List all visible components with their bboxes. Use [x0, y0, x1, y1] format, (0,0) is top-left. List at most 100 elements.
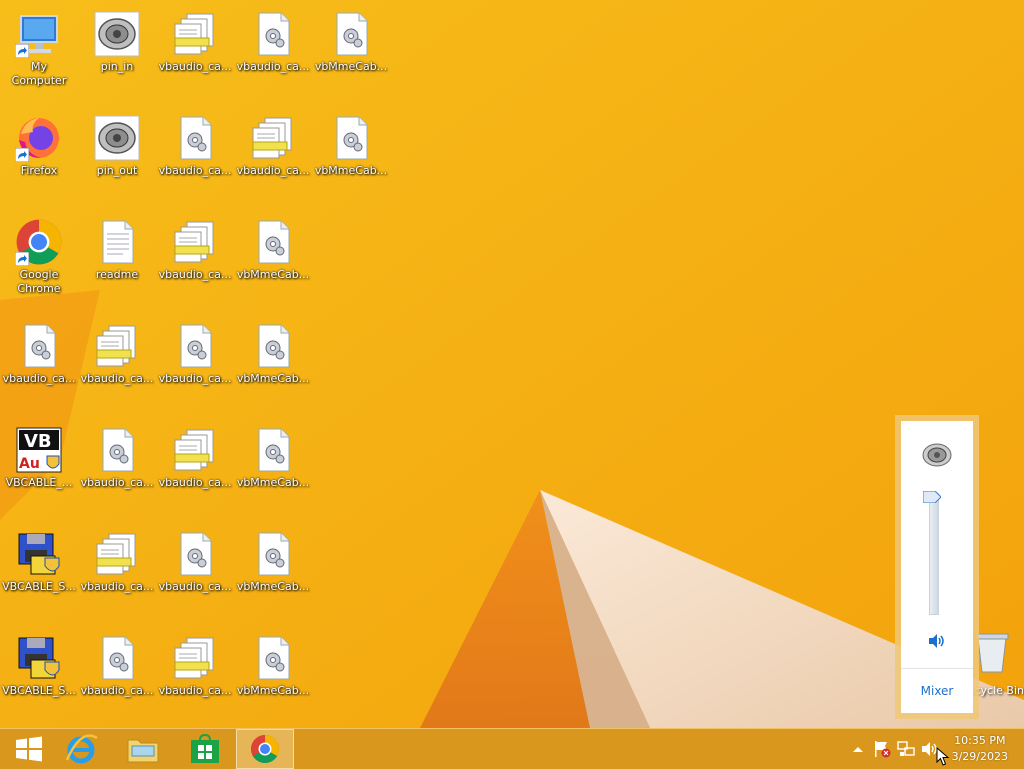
- desktop-icon[interactable]: vbMmeCab...: [234, 522, 312, 622]
- firefox-icon: [15, 114, 63, 162]
- desktop-icon-label: VBCABLE_S...: [2, 684, 76, 697]
- desktop-icon[interactable]: vbMmeCab...: [234, 314, 312, 414]
- svg-text:Au: Au: [19, 456, 40, 472]
- mixer-link[interactable]: Mixer: [901, 668, 973, 713]
- start-button[interactable]: [0, 729, 58, 769]
- store-icon: [191, 734, 219, 763]
- desktop-icon-label: VBCABLE_...: [5, 476, 73, 489]
- desktop-icon[interactable]: readme: [78, 210, 156, 310]
- config-files-icon: [249, 114, 297, 162]
- desktop-icon-label: vbMmeCab...: [236, 684, 310, 697]
- show-hidden-icons-button[interactable]: [848, 739, 868, 759]
- desktop-icon-label: vbaudio_ca...: [236, 164, 310, 177]
- taskbar: 10:35 PM 3/29/2023: [0, 728, 1024, 769]
- clock-time: 10:35 PM: [954, 734, 1006, 747]
- desktop-icon-label: vbaudio_ca...: [158, 164, 232, 177]
- desktop-icon[interactable]: VB Au VBCABLE_...: [0, 418, 78, 518]
- desktop-icon-label: vbMmeCab...: [314, 164, 388, 177]
- desktop-icon-label: vbaudio_ca...: [236, 60, 310, 73]
- desktop-icon[interactable]: vbaudio_ca...: [156, 106, 234, 206]
- desktop-icon[interactable]: vbaudio_ca...: [156, 314, 234, 414]
- desktop-icon[interactable]: vbaudio_ca...: [78, 626, 156, 726]
- settings-file-icon: [327, 10, 375, 58]
- desktop-icon-label: Google Chrome: [17, 268, 61, 295]
- audio-device-icon: [93, 10, 141, 58]
- settings-file-icon: [249, 322, 297, 370]
- desktop-icon-label: vbaudio_ca...: [158, 684, 232, 697]
- file-explorer-icon: [127, 739, 159, 763]
- settings-file-icon: [15, 322, 63, 370]
- desktop-icon[interactable]: vbMmeCab...: [234, 418, 312, 518]
- desktop-icon-label: vbaudio_ca...: [158, 476, 232, 489]
- desktop[interactable]: My Computer pin_in vbaudio_ca... vbaudio_ca…: [0, 0, 1024, 728]
- config-files-icon: [93, 530, 141, 578]
- volume-slider-track[interactable]: [929, 493, 939, 615]
- desktop-icon-label: vbaudio_ca...: [80, 684, 154, 697]
- desktop-icon-label: vbMmeCab...: [236, 372, 310, 385]
- clock-date: 3/29/2023: [951, 750, 1008, 763]
- chrome-icon: [251, 735, 279, 763]
- desktop-icon[interactable]: VBCABLE_S...: [0, 522, 78, 622]
- settings-file-icon: [249, 426, 297, 474]
- desktop-icon-label: vbMmeCab...: [314, 60, 388, 73]
- desktop-icon[interactable]: Google Chrome: [0, 210, 78, 310]
- speaker-device-icon[interactable]: [921, 441, 953, 469]
- settings-file-icon: [93, 634, 141, 682]
- volume-panel: Mixer: [901, 421, 973, 713]
- desktop-icon-label: vbMmeCab...: [236, 476, 310, 489]
- tray-network[interactable]: [896, 739, 916, 759]
- desktop-icon[interactable]: vbaudio_ca...: [78, 418, 156, 518]
- desktop-icon[interactable]: pin_in: [78, 2, 156, 102]
- clock[interactable]: 10:35 PM 3/29/2023: [952, 733, 1008, 765]
- config-files-icon: [93, 322, 141, 370]
- desktop-icon-label: vbaudio_ca...: [158, 580, 232, 593]
- desktop-icon[interactable]: vbMmeCab...: [234, 210, 312, 310]
- desktop-icon-label: vbMmeCab...: [236, 268, 310, 281]
- desktop-icon-label: vbaudio_ca...: [158, 60, 232, 73]
- taskbar-chrome[interactable]: [236, 729, 294, 769]
- desktop-icon[interactable]: pin_out: [78, 106, 156, 206]
- desktop-icon[interactable]: vbMmeCab...: [312, 106, 390, 206]
- svg-text:VB: VB: [24, 431, 52, 452]
- desktop-icon[interactable]: vbaudio_ca...: [156, 626, 234, 726]
- desktop-icon-label: vbaudio_ca...: [80, 580, 154, 593]
- taskbar-file-explorer[interactable]: [114, 729, 172, 769]
- volume-slider-thumb[interactable]: [922, 490, 942, 504]
- settings-file-icon: [93, 426, 141, 474]
- desktop-icon[interactable]: vbaudio_ca...: [234, 2, 312, 102]
- settings-file-icon: [249, 530, 297, 578]
- audio-device-icon: [93, 114, 141, 162]
- desktop-icon[interactable]: vbaudio_ca...: [156, 210, 234, 310]
- network-icon: [897, 741, 915, 756]
- config-files-icon: [171, 10, 219, 58]
- flag-alert-icon: [875, 741, 891, 758]
- desktop-icon[interactable]: Firefox: [0, 106, 78, 206]
- desktop-icon[interactable]: vbaudio_ca...: [78, 522, 156, 622]
- desktop-icon[interactable]: vbaudio_ca...: [234, 106, 312, 206]
- desktop-icon-label: pin_out: [96, 164, 138, 177]
- config-files-icon: [171, 426, 219, 474]
- desktop-icon-label: My Computer: [11, 60, 67, 87]
- mute-toggle-icon[interactable]: [928, 633, 946, 649]
- desktop-icon[interactable]: vbMmeCab...: [234, 626, 312, 726]
- chevron-up-icon: [853, 747, 863, 752]
- taskbar-store[interactable]: [176, 729, 234, 769]
- settings-file-icon: [249, 634, 297, 682]
- desktop-icon[interactable]: vbaudio_ca...: [156, 2, 234, 102]
- mixer-label: Mixer: [920, 684, 954, 698]
- desktop-icon-label: vbaudio_ca...: [158, 268, 232, 281]
- desktop-icon[interactable]: vbaudio_ca...: [156, 418, 234, 518]
- taskbar-internet-explorer[interactable]: [52, 729, 110, 769]
- desktop-icon-label: readme: [95, 268, 139, 281]
- desktop-icon[interactable]: vbMmeCab...: [312, 2, 390, 102]
- desktop-icon-label: vbaudio_ca...: [80, 476, 154, 489]
- desktop-icon[interactable]: vbaudio_ca...: [78, 314, 156, 414]
- tray-action-center[interactable]: [872, 739, 892, 759]
- desktop-icon[interactable]: VBCABLE_S...: [0, 626, 78, 726]
- desktop-icon[interactable]: vbaudio_ca...: [156, 522, 234, 622]
- desktop-icon[interactable]: vbaudio_ca...: [0, 314, 78, 414]
- windows-logo-icon: [16, 736, 42, 762]
- settings-file-icon: [171, 322, 219, 370]
- settings-file-icon: [171, 114, 219, 162]
- desktop-icon[interactable]: My Computer: [0, 2, 78, 102]
